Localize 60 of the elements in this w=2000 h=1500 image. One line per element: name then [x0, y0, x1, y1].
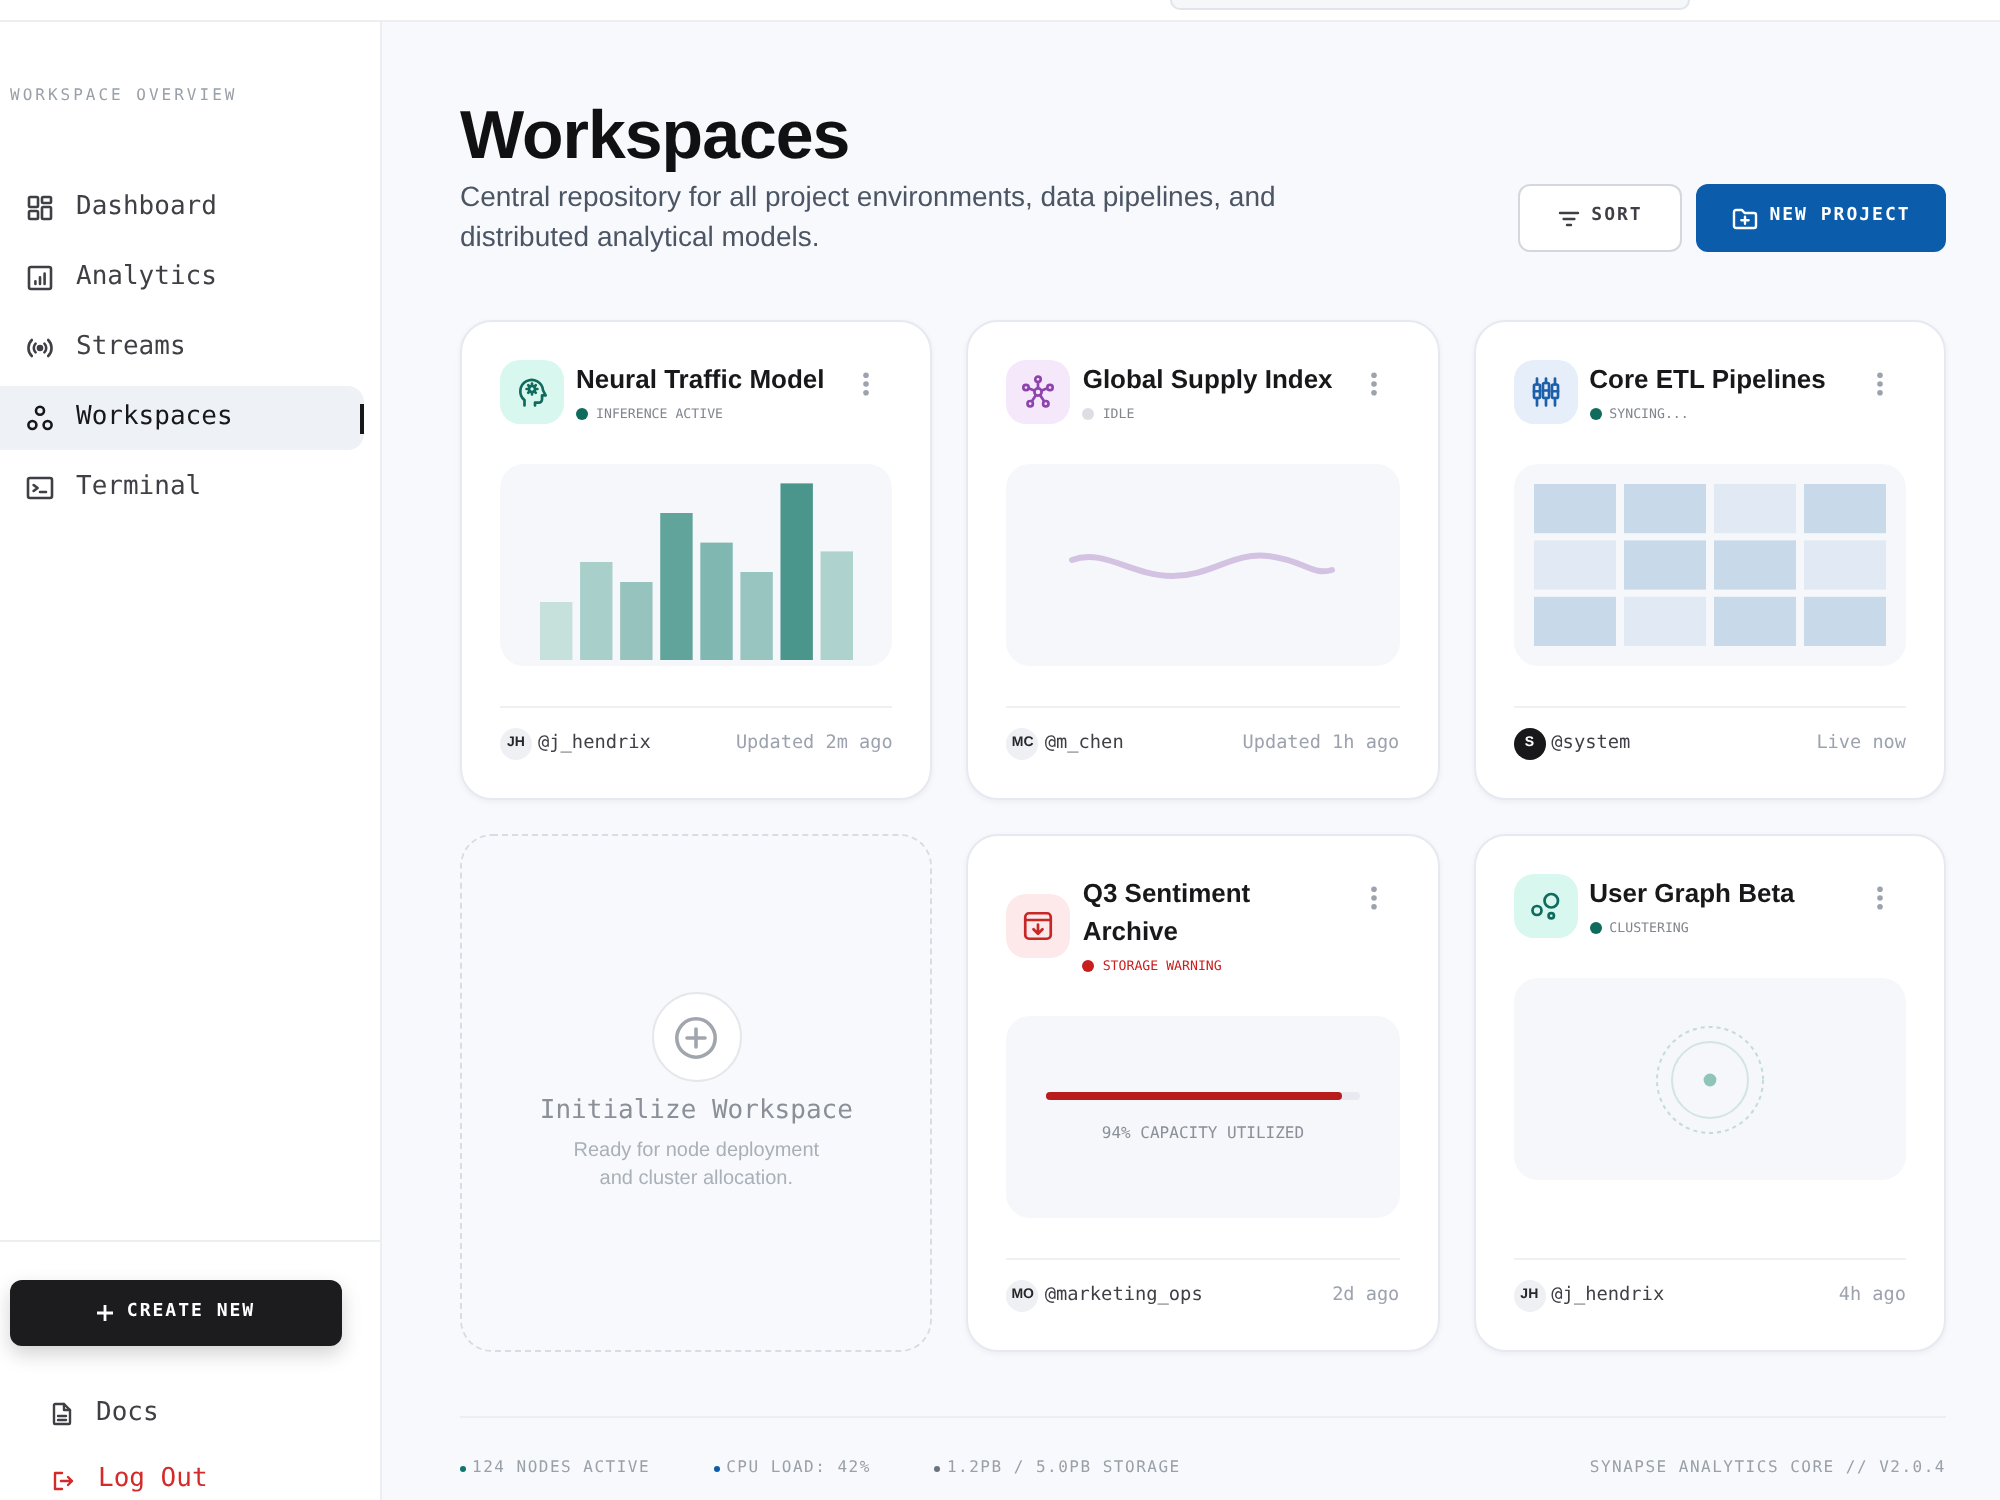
- version-text: SYNAPSE ANALYTICS CORE // V2.0.4: [1589, 1456, 1946, 1480]
- sliders-icon: [1513, 360, 1578, 424]
- folder-plus-icon: [1731, 207, 1758, 229]
- search-field[interactable]: [1170, 0, 1690, 10]
- card-title: Global Supply Index: [1082, 362, 1333, 398]
- more-icon[interactable]: [1369, 886, 1378, 910]
- more-icon[interactable]: [1875, 372, 1884, 396]
- placeholder-description: Ready for node deployment and cluster allocation.: [571, 1138, 822, 1194]
- logout-icon: [52, 1469, 74, 1491]
- status-text: 1.2PB / 5.0PB STORAGE: [946, 1456, 1181, 1480]
- section-heading: WORKSPACE OVERVIEW: [10, 84, 238, 108]
- plus-circle-icon: [674, 1015, 719, 1059]
- more-icon[interactable]: [862, 372, 871, 396]
- head-gear-icon: [500, 360, 564, 424]
- three-circles-icon: [26, 404, 54, 432]
- archive-icon: [1006, 893, 1071, 957]
- more-icon[interactable]: [1875, 886, 1884, 910]
- page-title: Workspaces: [460, 96, 850, 176]
- sort-icon: [1557, 209, 1580, 227]
- sidebar-link[interactable]: Log Out: [52, 1460, 208, 1500]
- active-indicator: [360, 403, 364, 433]
- username: @m_chen: [1044, 730, 1124, 758]
- updated-time: 2d ago: [1332, 1282, 1400, 1310]
- card-title: Q3 Sentiment Archive: [1082, 876, 1253, 950]
- card-title: Core ETL Pipelines: [1589, 362, 1826, 398]
- nav-item[interactable]: Streams: [0, 316, 364, 380]
- page-description: Central repository for all project environments, data pipelines, and distributed analytical models.: [460, 178, 1278, 256]
- nav-item[interactable]: Workspaces: [0, 386, 364, 450]
- chart-icon: [26, 264, 54, 292]
- broadcast-icon: [26, 334, 54, 362]
- capacity-label: 94% CAPACITY UTILIZED: [1101, 1123, 1305, 1143]
- username: @j_hendrix: [1551, 1282, 1665, 1310]
- placeholder-title: Initialize Workspace: [539, 1096, 853, 1128]
- create-new-button[interactable]: CREATE NEW: [10, 1280, 342, 1346]
- nav-item[interactable]: Analytics: [0, 246, 364, 310]
- status-text: CPU LOAD: 42%: [726, 1456, 871, 1480]
- bubbles-icon: [1513, 874, 1578, 938]
- nav-item[interactable]: Dashboard: [0, 176, 364, 240]
- grid-icon: [26, 194, 54, 222]
- username: @marketing_ops: [1044, 1282, 1203, 1310]
- network-icon: [1006, 360, 1071, 424]
- updated-time: Live now: [1816, 730, 1906, 758]
- updated-time: Updated 1h ago: [1242, 730, 1400, 758]
- nav-item[interactable]: Terminal: [0, 456, 364, 520]
- username: @system: [1551, 730, 1631, 758]
- updated-time: 4h ago: [1838, 1282, 1906, 1310]
- sort-button[interactable]: SORT: [1518, 184, 1682, 252]
- status-text: 124 NODES ACTIVE: [472, 1456, 651, 1480]
- add-workspace-button[interactable]: [651, 992, 742, 1082]
- terminal-icon: [26, 474, 54, 502]
- sidebar-link[interactable]: Docs: [52, 1394, 159, 1434]
- card-title: Neural Traffic Model: [576, 362, 825, 398]
- concentric-rings-graphic: [1653, 1023, 1766, 1135]
- new-project-button[interactable]: NEW PROJECT: [1696, 184, 1946, 252]
- username: @j_hendrix: [538, 730, 651, 758]
- document-icon: [52, 1402, 72, 1426]
- updated-time: Updated 2m ago: [735, 730, 893, 758]
- plus-icon: [96, 1304, 115, 1322]
- card-title: User Graph Beta: [1589, 876, 1795, 912]
- more-icon[interactable]: [1369, 372, 1378, 396]
